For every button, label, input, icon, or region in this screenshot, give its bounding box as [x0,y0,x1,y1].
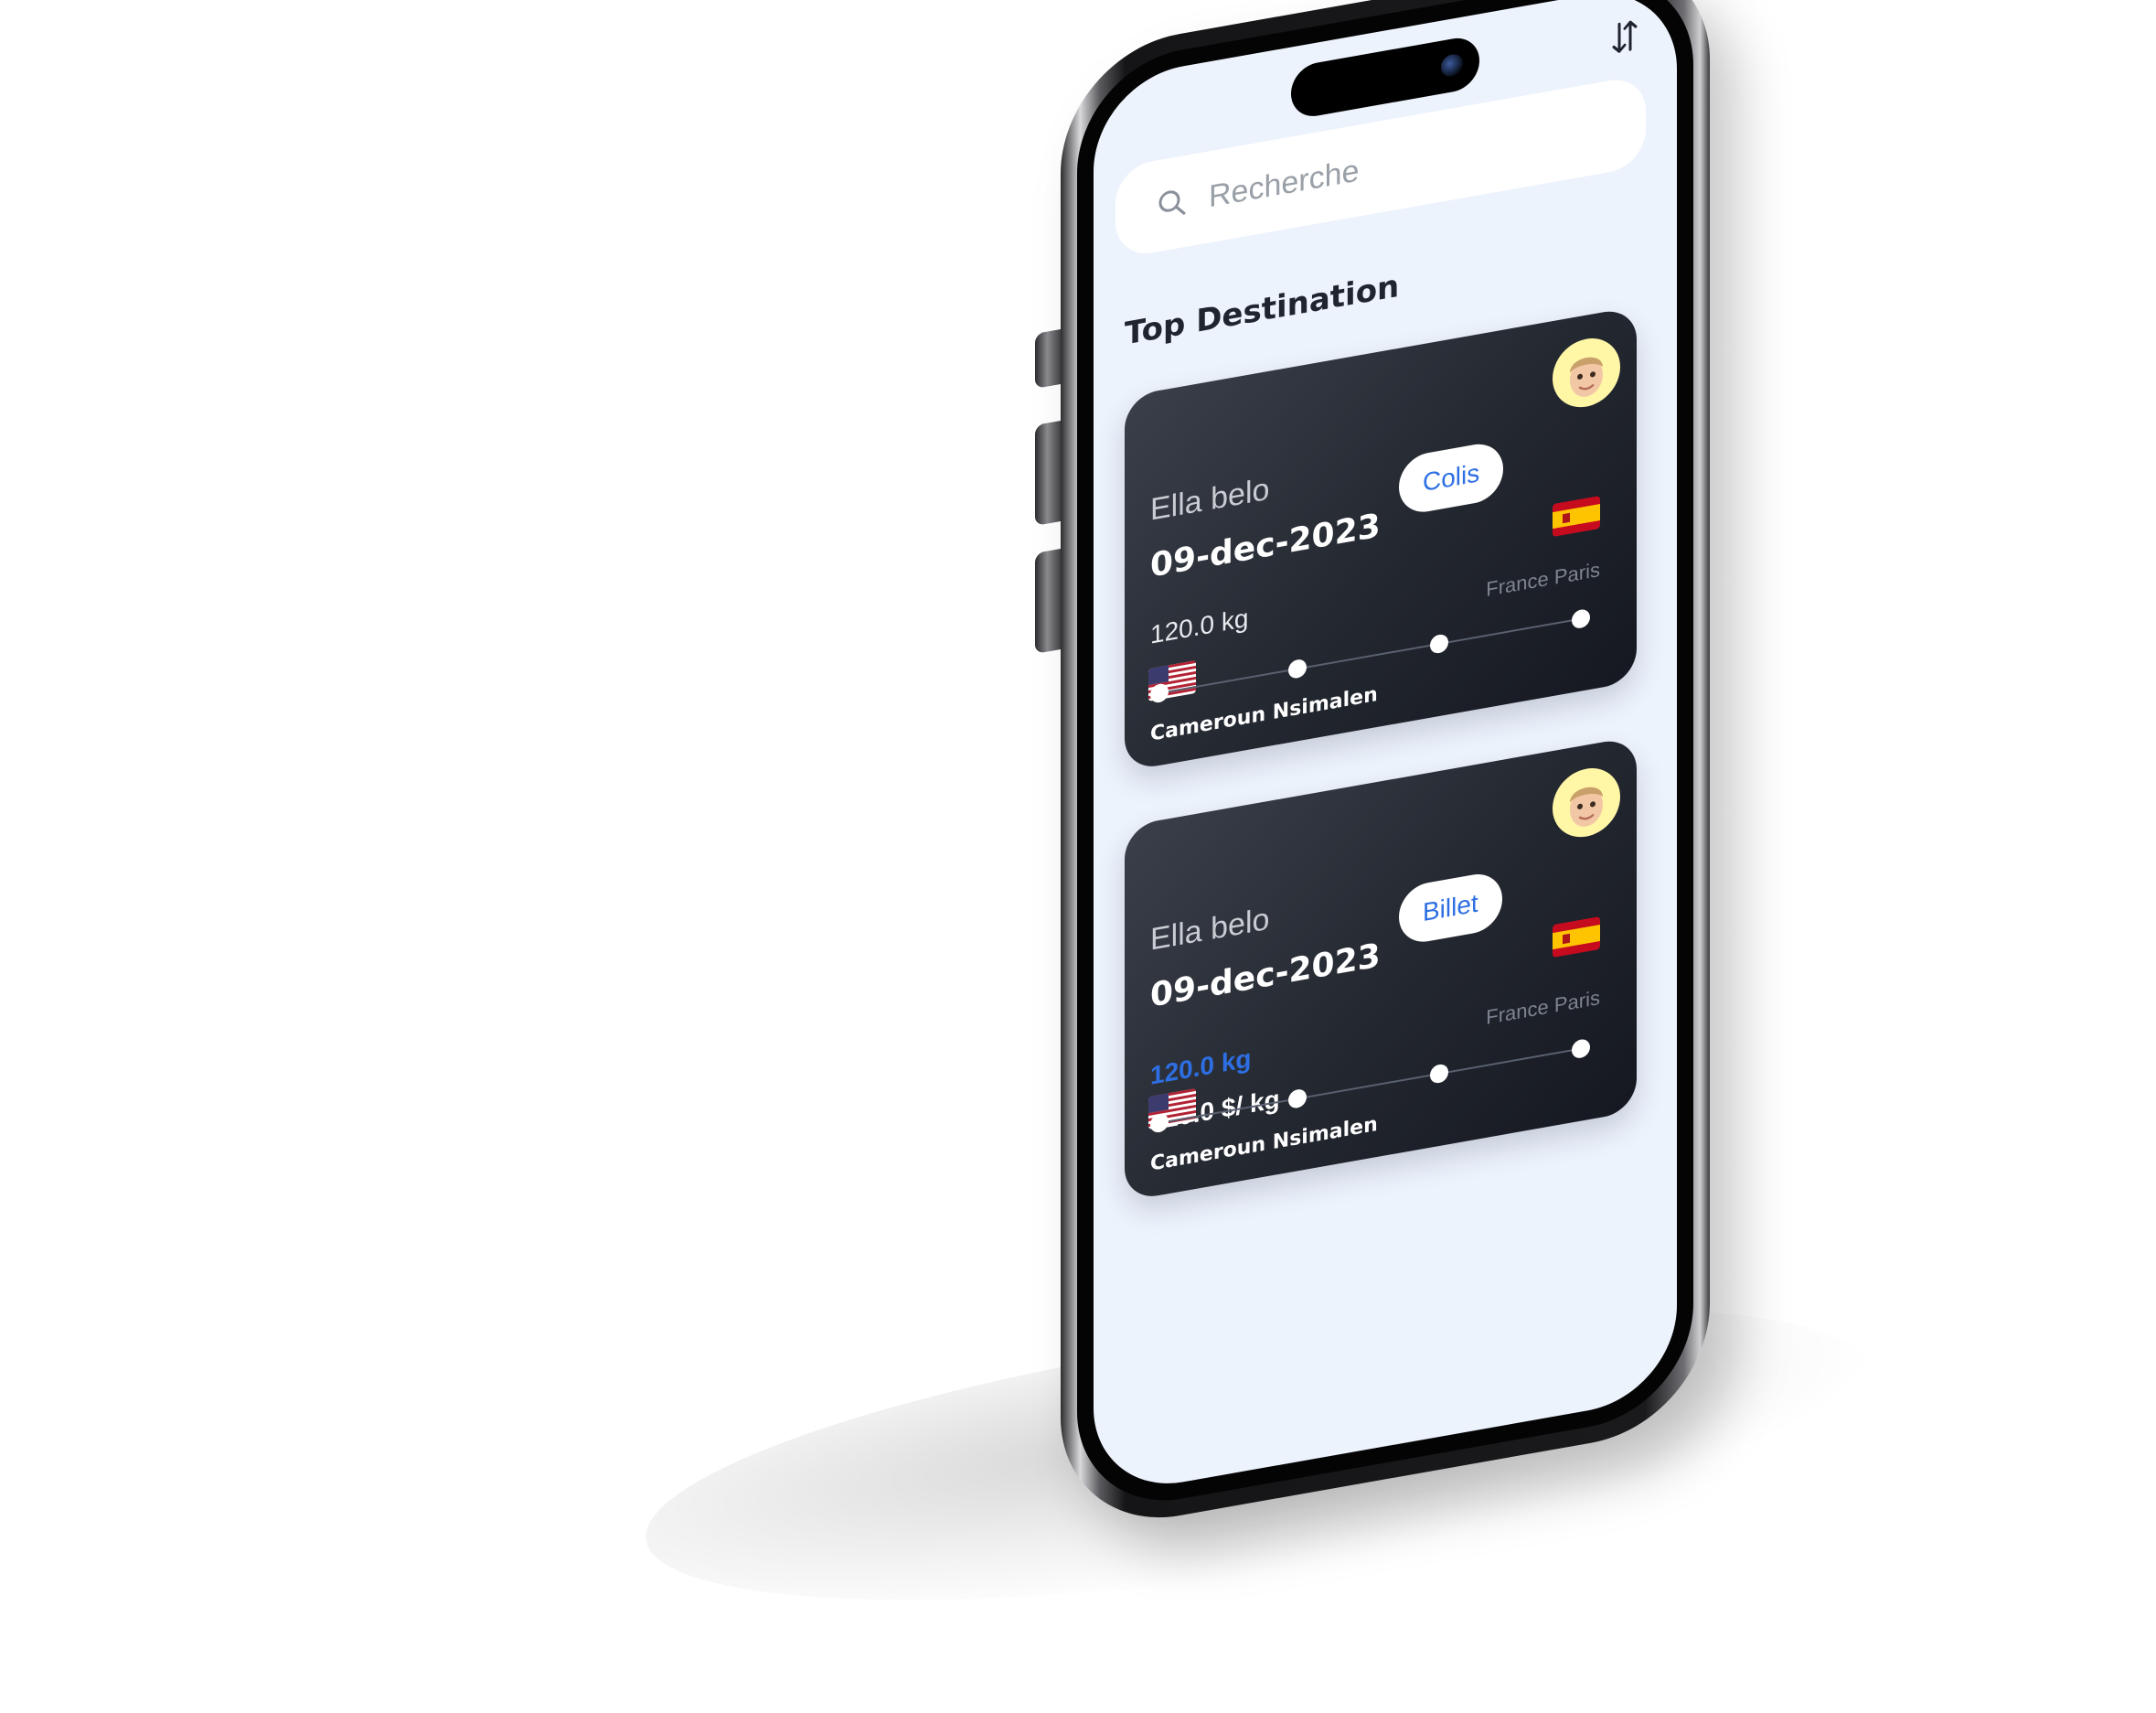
search-icon [1158,190,1186,215]
memoji-avatar-icon [1570,357,1603,397]
traveler-name: Ella belo [1150,901,1270,958]
destination-card[interactable]: Ella belo 09-dec-2023 Billet 120.0 kg 12… [1125,735,1637,1202]
spain-flag-icon [1553,495,1600,538]
destination-card[interactable]: Ella belo 09-dec-2023 Colis 120.0 kg Fra… [1125,305,1637,772]
camera-icon [1441,52,1463,79]
route-stop-destination [1572,1037,1590,1060]
destination-city: France Paris [1486,985,1600,1029]
type-badge-button[interactable]: Colis [1399,439,1504,517]
route-stop [1430,633,1448,655]
destination-city: France Paris [1486,557,1600,601]
avatar[interactable] [1553,763,1620,843]
sort-arrows-icon[interactable] [1609,16,1640,57]
weight-value: 120.0 kg [1150,1044,1252,1090]
app-screen: Top Destination Ella belo 09-dec-2023 [1094,0,1677,1498]
spain-flag-icon [1553,915,1600,958]
phone-device: Top Destination Ella belo 09-dec-2023 [1035,0,1710,1536]
avatar[interactable] [1553,333,1620,413]
volume-down-button [1035,548,1062,654]
weight-value: 120.0 kg [1150,603,1249,649]
route-stop-destination [1572,607,1590,630]
volume-up-button [1035,420,1062,526]
mockup-stage: Top Destination Ella belo 09-dec-2023 [0,0,2156,1713]
dynamic-island [1291,34,1479,121]
phone-frame: Top Destination Ella belo 09-dec-2023 [1061,0,1710,1536]
route-stop [1288,658,1307,680]
search-input[interactable] [1207,102,1613,221]
traveler-name: Ella belo [1150,471,1270,528]
memoji-avatar-icon [1570,787,1603,827]
section-title: Top Destination [1125,267,1400,353]
route-stop [1430,1063,1448,1085]
type-badge-button[interactable]: Billet [1399,869,1502,947]
route-stop [1288,1087,1307,1110]
action-button [1035,328,1062,389]
